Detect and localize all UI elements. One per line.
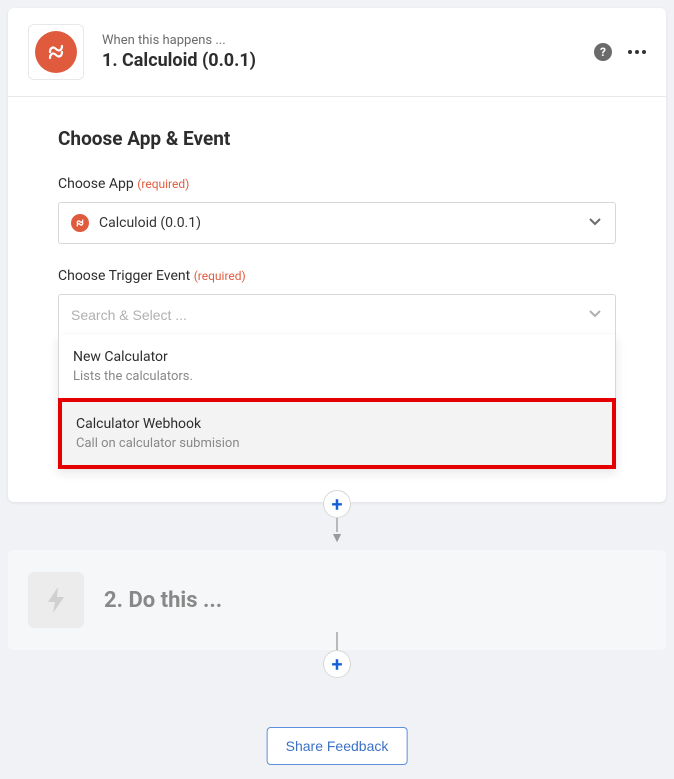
dropdown-item-desc: Lists the calculators. [73,369,601,384]
dropdown-item-new-calculator[interactable]: New Calculator Lists the calculators. [59,335,615,398]
arrow-down-icon: ▼ [330,529,344,546]
help-icon[interactable]: ? [594,43,612,61]
choose-app-value: Calculoid (0.0.1) [99,215,587,231]
required-label: (required) [137,177,189,191]
dropdown-item-desc: Call on calculator submision [76,436,598,451]
section-title: Choose App & Event [58,127,616,150]
dropdown-item-title: New Calculator [73,349,601,365]
trigger-step-card: When this happens ... 1. Calculoid (0.0.… [8,8,666,502]
dropdown-item-calculator-webhook[interactable]: Calculator Webhook Call on calculator su… [58,398,616,469]
action-step-title: 2. Do this ... [104,588,222,613]
chevron-down-icon [587,305,603,325]
choose-event-label: Choose Trigger Event (required) [58,268,616,284]
add-step-button[interactable]: + [323,650,351,678]
required-label: (required) [194,269,246,283]
choose-event-label-text: Choose Trigger Event [58,268,190,284]
calculoid-icon [71,214,89,232]
choose-app-label-text: Choose App [58,176,134,192]
more-menu-icon[interactable] [628,50,646,54]
header-text: When this happens ... 1. Calculoid (0.0.… [102,33,594,71]
app-icon-container [28,24,84,80]
choose-app-select[interactable]: Calculoid (0.0.1) [58,202,616,244]
event-dropdown: New Calculator Lists the calculators. Ca… [58,335,616,469]
card-header: When this happens ... 1. Calculoid (0.0.… [8,8,666,97]
card-body-wrapper: Choose App & Event Choose App (required)… [8,97,666,502]
bolt-icon [28,572,84,628]
header-actions: ? [594,43,646,61]
share-feedback-button[interactable]: Share Feedback [267,727,408,765]
connector-line [336,632,338,650]
chevron-down-icon [587,213,603,233]
header-title: 1. Calculoid (0.0.1) [102,50,594,71]
choose-event-search[interactable] [58,294,616,336]
add-step-button[interactable]: + [323,490,351,518]
search-input[interactable] [71,307,587,323]
dropdown-item-title: Calculator Webhook [76,416,598,432]
calculoid-icon [35,31,77,73]
header-subtitle: When this happens ... [102,33,594,48]
choose-app-label: Choose App (required) [58,176,616,192]
